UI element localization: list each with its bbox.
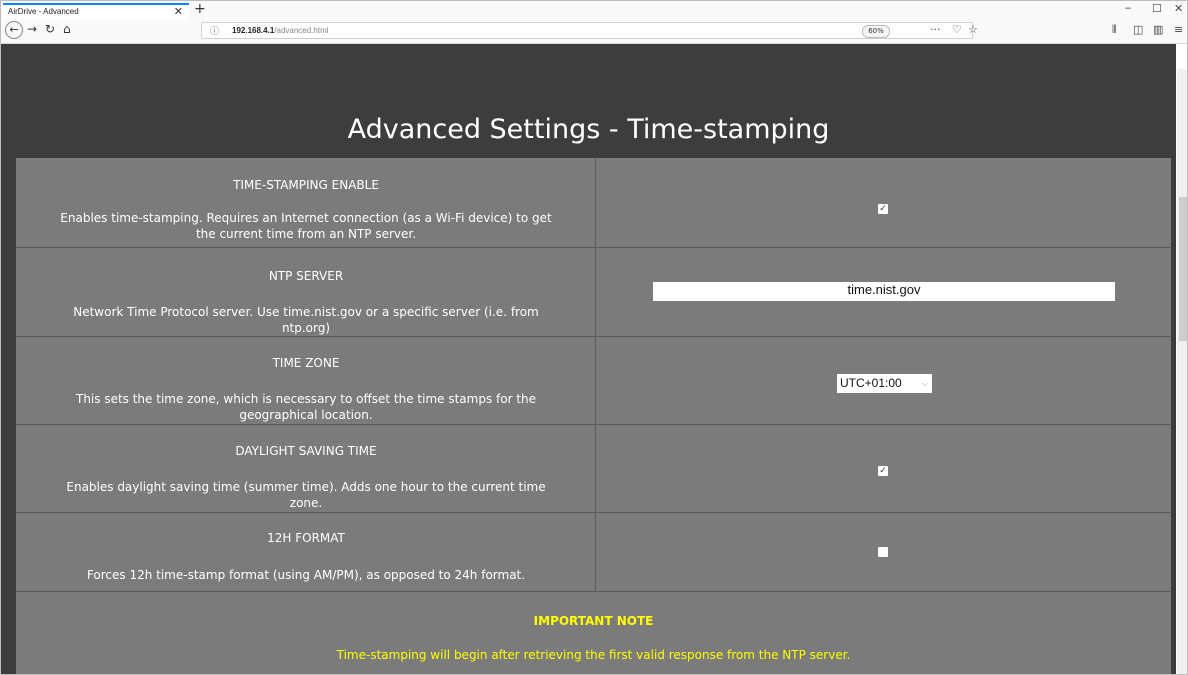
setting-description-line: This sets the time zone, which is necess… xyxy=(75,392,537,406)
setting-description-line: the current time from an NTP server. xyxy=(195,227,417,241)
star-icon[interactable]: ☆ xyxy=(968,23,978,36)
page-header: Advanced Settings - Time-stamping xyxy=(1,44,1176,157)
back-arrow-icon[interactable]: ← xyxy=(5,21,23,39)
chevron-down-icon: ⌵ xyxy=(921,379,928,388)
setting-description: Enables time-stamping. Requires an Inter… xyxy=(16,210,596,242)
info-icon[interactable]: ⓘ xyxy=(210,24,219,37)
time-zone-select[interactable]: UTC+01:00 ⌵ xyxy=(837,374,932,393)
forward-arrow-icon[interactable]: → xyxy=(27,22,37,36)
setting-description: Network Time Protocol server. Use time.n… xyxy=(16,304,596,336)
time-zone-value: UTC+01:00 xyxy=(840,376,902,390)
setting-description: Enables daylight saving time (summer tim… xyxy=(16,479,596,511)
ntp-server-field[interactable]: time.nist.gov xyxy=(653,282,1115,301)
important-note: IMPORTANT NOTE Time-stamping will begin … xyxy=(16,592,1171,674)
library-icon[interactable]: ⫴ xyxy=(1112,23,1117,37)
close-window-button[interactable]: ✕ xyxy=(1174,2,1183,15)
url-text: 192.168.4.1/advanced.html xyxy=(232,26,329,35)
setting-label-cell: TIME ZONE This sets the time zone, which… xyxy=(16,337,596,424)
reader-icon[interactable]: ▥ xyxy=(1153,23,1163,36)
setting-row-time-zone: TIME ZONE This sets the time zone, which… xyxy=(16,337,1171,425)
note-title: IMPORTANT NOTE xyxy=(533,614,654,628)
setting-title: DAYLIGHT SAVING TIME xyxy=(235,444,377,458)
url-bar[interactable]: ⓘ 192.168.4.1/advanced.html 60% ··· ♡ ☆ xyxy=(201,22,978,39)
setting-description-line: Network Time Protocol server. Use time.n… xyxy=(73,305,539,319)
zoom-indicator[interactable]: 60% xyxy=(862,25,890,38)
reload-icon[interactable]: ↻ xyxy=(45,22,55,36)
setting-row-12h-format: 12H FORMAT Forces 12h time-stamp format … xyxy=(16,513,1171,592)
setting-label-cell: NTP SERVER Network Time Protocol server.… xyxy=(16,248,596,336)
setting-row-daylight-saving: DAYLIGHT SAVING TIME Enables daylight sa… xyxy=(16,425,1171,513)
setting-label-cell: 12H FORMAT Forces 12h time-stamp format … xyxy=(16,513,596,591)
tab-strip: AirDrive - Advanced ✕ + – ☐ ✕ xyxy=(1,1,1187,19)
setting-description-line: Enables time-stamping. Requires an Inter… xyxy=(60,211,552,225)
page-content: Advanced Settings - Time-stamping TIME-S… xyxy=(1,44,1176,674)
setting-description: Forces 12h time-stamp format (using AM/P… xyxy=(16,567,596,583)
page-title: Advanced Settings - Time-stamping xyxy=(347,114,830,145)
setting-description: This sets the time zone, which is necess… xyxy=(16,391,596,423)
home-icon[interactable]: ⌂ xyxy=(63,22,71,36)
setting-row-timestamping-enable: TIME-STAMPING ENABLE Enables time-stampi… xyxy=(16,158,1171,248)
pocket-icon[interactable]: ♡ xyxy=(952,23,962,36)
scrollbar-thumb[interactable] xyxy=(1179,197,1187,341)
maximize-button[interactable]: ☐ xyxy=(1152,2,1162,15)
close-tab-icon[interactable]: ✕ xyxy=(174,5,183,18)
daylight-saving-checkbox[interactable]: ✓ xyxy=(878,466,888,476)
minimize-button[interactable]: – xyxy=(1125,2,1131,14)
12h-format-checkbox[interactable] xyxy=(878,547,888,557)
setting-description-line: ntp.org) xyxy=(281,321,331,335)
timestamping-enable-checkbox[interactable]: ✓ xyxy=(878,204,888,214)
setting-description-line: zone. xyxy=(289,496,323,510)
setting-title: TIME ZONE xyxy=(272,356,340,370)
sidebar-icon[interactable]: ◫ xyxy=(1133,23,1143,36)
tab-airdrive-advanced[interactable]: AirDrive - Advanced ✕ xyxy=(3,3,189,19)
setting-description-line: Enables daylight saving time (summer tim… xyxy=(66,480,546,494)
setting-title: 12H FORMAT xyxy=(267,531,345,545)
setting-title: NTP SERVER xyxy=(268,269,344,283)
setting-label-cell: TIME-STAMPING ENABLE Enables time-stampi… xyxy=(16,158,596,247)
url-path: /advanced.html xyxy=(274,26,329,35)
navigation-toolbar: ← → ↻ ⌂ ⓘ 192.168.4.1/advanced.html 60% … xyxy=(1,19,1187,44)
more-icon[interactable]: ··· xyxy=(930,23,941,36)
setting-title: TIME-STAMPING ENABLE xyxy=(233,178,379,192)
browser-window: AirDrive - Advanced ✕ + – ☐ ✕ ← → ↻ ⌂ ⓘ … xyxy=(0,0,1188,675)
url-host: 192.168.4.1 xyxy=(232,26,275,35)
hamburger-menu-icon[interactable]: ≡ xyxy=(1174,23,1183,36)
setting-label-cell: DAYLIGHT SAVING TIME Enables daylight sa… xyxy=(16,425,596,512)
note-text: Time-stamping will begin after retrievin… xyxy=(336,648,851,662)
setting-description-line: geographical location. xyxy=(239,408,373,422)
tab-title: AirDrive - Advanced xyxy=(8,7,79,16)
setting-row-ntp-server: NTP SERVER Network Time Protocol server.… xyxy=(16,248,1171,337)
vertical-scrollbar[interactable] xyxy=(1177,69,1187,674)
setting-description-line: Forces 12h time-stamp format (using AM/P… xyxy=(86,568,526,582)
new-tab-button[interactable]: + xyxy=(194,1,206,17)
